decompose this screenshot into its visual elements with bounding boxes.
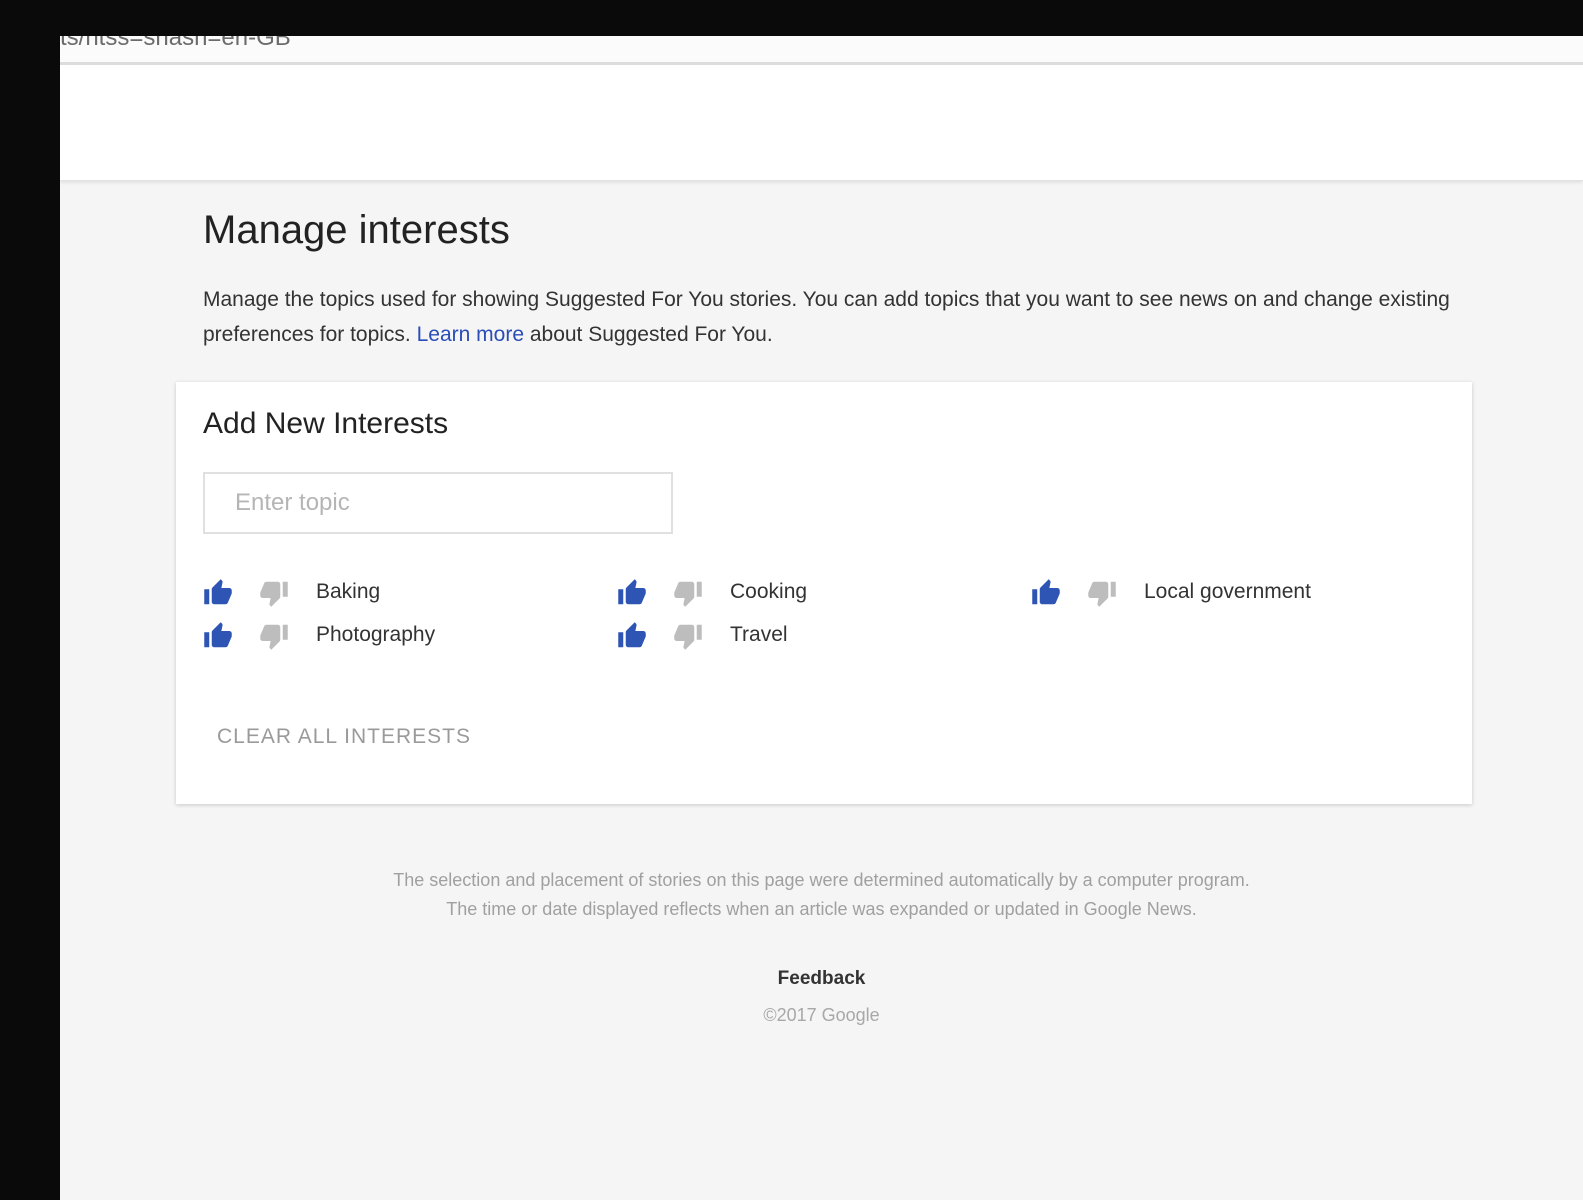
topic-label: Baking — [316, 580, 381, 603]
page-description: Manage the topics used for showing Sugge… — [203, 282, 1463, 352]
thumbs-up-icon[interactable] — [617, 621, 647, 651]
topic-label: Travel — [730, 623, 788, 646]
thumbs-up-icon[interactable] — [1031, 578, 1061, 608]
thumbs-down-icon[interactable] — [259, 578, 289, 608]
address-bar[interactable]: ts/ntss=shash=en-GB — [60, 36, 1583, 65]
copyright: ©2017 Google — [763, 1005, 880, 1025]
description-text-tail: about Suggested For You. — [524, 323, 773, 346]
feedback-row: Feedback — [60, 968, 1583, 990]
footer-disclaimer-line1: The selection and placement of stories o… — [393, 870, 1250, 890]
description-text: Manage the topics used for showing Sugge… — [203, 288, 1450, 346]
thumbs-up-icon[interactable] — [203, 578, 233, 608]
topic-input[interactable] — [203, 472, 673, 534]
thumbs-down-icon[interactable] — [1087, 578, 1117, 608]
thumbs-up-icon[interactable] — [617, 578, 647, 608]
add-interests-card: Add New Interests Baking Cooking Local g… — [176, 382, 1472, 804]
page-header — [60, 65, 1583, 181]
learn-more-link[interactable]: Learn more — [417, 323, 524, 346]
feedback-link[interactable]: Feedback — [778, 968, 866, 989]
footer-disclaimer-line2: The time or date displayed reflects when… — [446, 899, 1197, 919]
footer-disclaimer: The selection and placement of stories o… — [60, 866, 1583, 924]
clear-all-interests-button[interactable]: CLEAR ALL INTERESTS — [217, 725, 471, 749]
page-title: Manage interests — [203, 208, 510, 252]
thumbs-up-icon[interactable] — [203, 621, 233, 651]
topic-label: Cooking — [730, 580, 808, 603]
thumbs-down-icon[interactable] — [259, 621, 289, 651]
thumbs-down-icon[interactable] — [673, 578, 703, 608]
address-bar-url[interactable]: ts/ntss=shash=en-GB — [60, 36, 291, 52]
browser-viewport: ts/ntss=shash=en-GB Manage interests Man… — [60, 36, 1583, 1200]
add-interests-title: Add New Interests — [203, 407, 449, 440]
thumbs-down-icon[interactable] — [673, 621, 703, 651]
topic-label: Local government — [1144, 580, 1311, 603]
topic-label: Photography — [316, 623, 436, 646]
